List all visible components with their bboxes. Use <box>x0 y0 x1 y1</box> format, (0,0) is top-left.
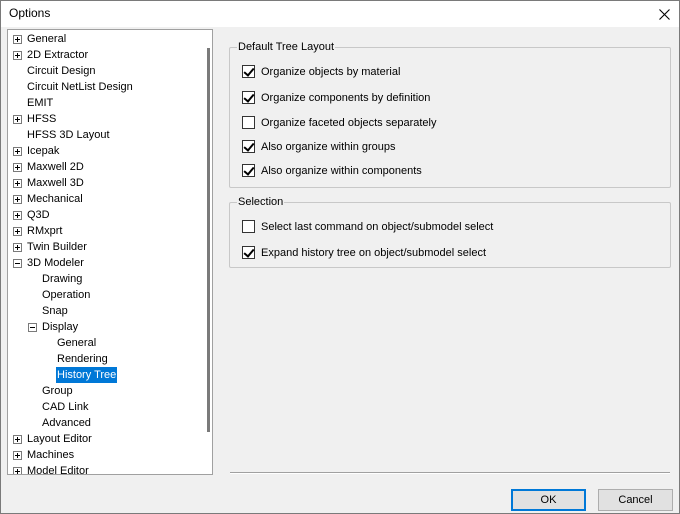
close-button[interactable] <box>649 1 679 27</box>
checkbox-checked[interactable] <box>242 65 255 78</box>
expand-plus-icon[interactable] <box>13 179 22 188</box>
tree-item-label: Display <box>42 321 79 333</box>
checkbox-unchecked[interactable] <box>242 220 255 233</box>
tree-item-label: HFSS 3D Layout <box>27 129 110 141</box>
checkbox-checked[interactable] <box>242 140 255 153</box>
tree-item-label: 2D Extractor <box>27 49 89 61</box>
tree-item-label: Snap <box>42 305 68 317</box>
tree-scrollbar[interactable] <box>205 30 212 474</box>
tree-item-label: General <box>27 33 67 45</box>
tree-item-label: HFSS <box>27 113 57 125</box>
expand-plus-icon[interactable] <box>13 451 22 460</box>
tree-item-label: CAD Link <box>42 401 89 413</box>
expand-plus-icon[interactable] <box>13 51 22 60</box>
collapse-minus-icon[interactable] <box>28 323 37 332</box>
tree-item-label: EMIT <box>27 97 54 109</box>
expand-plus-icon[interactable] <box>13 227 22 236</box>
tree-item-label: General <box>57 337 97 349</box>
tree-item-label: Layout Editor <box>27 433 92 445</box>
checkbox-label: Expand history tree on object/submodel s… <box>261 247 487 259</box>
selection-group: Selection Select last command on object/… <box>229 195 671 268</box>
checkbox-label: Select last command on object/submodel s… <box>261 221 494 233</box>
checkbox-checked[interactable] <box>242 164 255 177</box>
checkbox-checked[interactable] <box>242 246 255 259</box>
dialog-title: Options <box>9 6 51 20</box>
tree-item-label: Machines <box>27 449 75 461</box>
expand-plus-icon[interactable] <box>13 467 22 474</box>
expand-plus-icon[interactable] <box>13 163 22 172</box>
tree-item-label: Rendering <box>57 353 108 365</box>
tree-item-label: Maxwell 2D <box>27 161 84 173</box>
title-bar: Options <box>1 1 679 27</box>
default-tree-layout-title: Default Tree Layout <box>237 40 336 54</box>
options-dialog: Options General 2D Extractor Circuit Desig… <box>0 0 680 514</box>
checkbox-checked[interactable] <box>242 91 255 104</box>
checkbox-label: Organize objects by material <box>261 66 401 78</box>
close-icon <box>658 8 670 20</box>
expand-plus-icon[interactable] <box>13 211 22 220</box>
collapse-minus-icon[interactable] <box>13 259 22 268</box>
cancel-button[interactable]: Cancel <box>598 489 673 511</box>
tree-item-label: Operation <box>42 289 91 301</box>
tree-item-label: Advanced <box>42 417 91 429</box>
tree-scrollbar-thumb[interactable] <box>207 48 210 432</box>
checkbox-unchecked[interactable] <box>242 116 255 129</box>
expand-plus-icon[interactable] <box>13 115 22 124</box>
ok-button[interactable]: OK <box>511 489 586 511</box>
tree-item-label: Icepak <box>27 145 60 157</box>
default-tree-layout-group: Default Tree Layout Organize objects by … <box>229 40 671 188</box>
checkbox-label: Also organize within groups <box>261 141 396 153</box>
tree-item-label: Maxwell 3D <box>27 177 84 189</box>
tree-item-label: History Tree <box>56 367 118 383</box>
tree-item-label: Twin Builder <box>27 241 87 253</box>
checkbox-label: Organize faceted objects separately <box>261 117 437 129</box>
tree-item-label: Drawing <box>42 273 83 285</box>
expand-plus-icon[interactable] <box>13 195 22 204</box>
tree-item-label: RMxprt <box>27 225 63 237</box>
tree-item-label: Circuit NetList Design <box>27 81 133 93</box>
expand-plus-icon[interactable] <box>13 147 22 156</box>
options-tree[interactable]: General 2D Extractor Circuit Design Circuit… <box>7 29 213 475</box>
tree-item-label: Group <box>42 385 73 397</box>
tree-item-label: Mechanical <box>27 193 83 205</box>
expand-plus-icon[interactable] <box>13 35 22 44</box>
tree-item-label: Model Editor <box>27 465 89 475</box>
tree-item-label: 3D Modeler <box>27 257 84 269</box>
expand-plus-icon[interactable] <box>13 435 22 444</box>
selection-title: Selection <box>237 195 285 209</box>
expand-plus-icon[interactable] <box>13 243 22 252</box>
checkbox-label: Organize components by definition <box>261 92 431 104</box>
button-separator <box>230 472 670 474</box>
tree-item-label: Q3D <box>27 209 50 221</box>
checkbox-label: Also organize within components <box>261 165 422 177</box>
tree-item-label: Circuit Design <box>27 65 96 77</box>
